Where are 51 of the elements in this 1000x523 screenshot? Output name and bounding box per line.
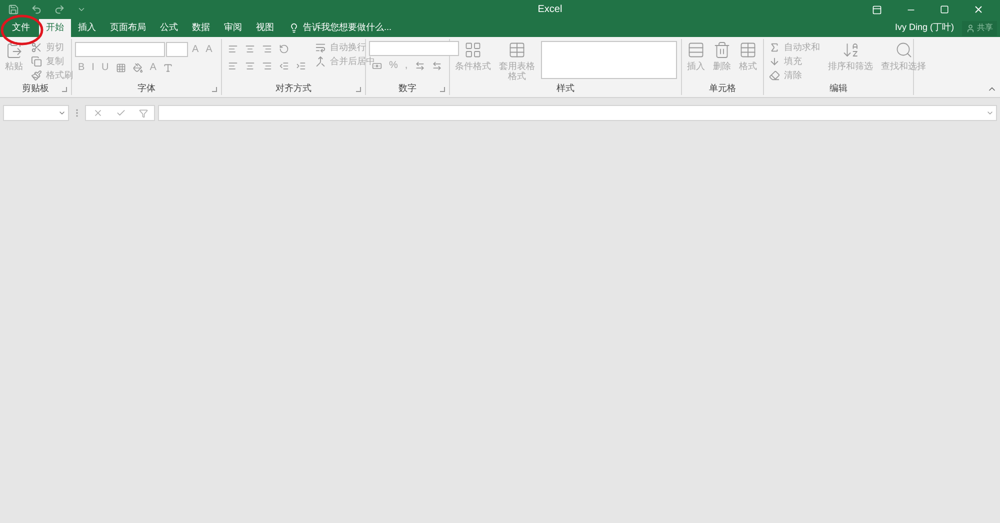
ribbon-tab[interactable]: 页面布局	[103, 19, 153, 37]
window-title: Excel	[536, 3, 564, 17]
expand-icon	[986, 109, 994, 117]
ribbon-tab[interactable]: 视图	[249, 19, 281, 37]
grid-icon	[464, 41, 482, 59]
wrap-icon	[315, 42, 326, 53]
restore-icon[interactable]	[940, 5, 949, 14]
formula-input[interactable]	[158, 105, 997, 121]
save-icon[interactable]	[8, 4, 19, 15]
ribbon-tab[interactable]: 数据	[185, 19, 217, 37]
undo-icon[interactable]	[31, 4, 42, 15]
group-label: 单元格	[709, 82, 736, 95]
name-box[interactable]	[3, 105, 69, 121]
dropdown-icon	[58, 109, 66, 117]
group-label: 样式	[556, 82, 574, 95]
share-button[interactable]: 共享	[962, 20, 997, 36]
group-label: 数字	[398, 82, 416, 95]
person-icon	[966, 24, 975, 32]
cancel-icon[interactable]	[92, 108, 102, 118]
group-label: 编辑	[830, 82, 848, 95]
group-label: 剪贴板	[22, 82, 49, 95]
table-icon	[508, 41, 526, 59]
trash-icon	[713, 41, 731, 59]
eraser-icon	[769, 70, 780, 81]
group-label: 字体	[138, 82, 156, 95]
lightbulb-icon	[289, 23, 299, 33]
ribbon-tab[interactable]: 插入	[71, 19, 103, 37]
merge-icon	[315, 56, 326, 67]
ribbon-options-icon[interactable]	[872, 4, 882, 14]
check-icon[interactable]	[116, 108, 126, 118]
close-icon[interactable]	[973, 4, 984, 15]
group-label: 对齐方式	[276, 82, 312, 95]
brush-icon	[31, 70, 42, 81]
clipboard-icon	[5, 41, 23, 59]
table-icon	[739, 41, 757, 59]
sigma-icon	[769, 42, 780, 53]
copy-icon	[31, 56, 42, 67]
ribbon-tab[interactable]: 审阅	[217, 19, 249, 37]
tell-me-field[interactable]: 告诉我您想要做什么...	[303, 21, 392, 35]
file-tab[interactable]: 文件	[3, 19, 39, 37]
highlight-circle	[0, 14, 44, 46]
sort-icon	[842, 41, 860, 59]
scissors-icon	[31, 42, 42, 53]
redo-icon[interactable]	[54, 4, 65, 15]
customize-icon[interactable]	[77, 5, 86, 14]
ribbon-tab[interactable]: 开始	[39, 19, 71, 37]
search-icon	[894, 41, 912, 59]
ribbon-tab[interactable]: 公式	[153, 19, 185, 37]
user-name[interactable]: Ivy Ding (丁叶)	[894, 21, 954, 35]
arrow-down-icon	[769, 56, 780, 67]
rows-icon	[687, 41, 705, 59]
